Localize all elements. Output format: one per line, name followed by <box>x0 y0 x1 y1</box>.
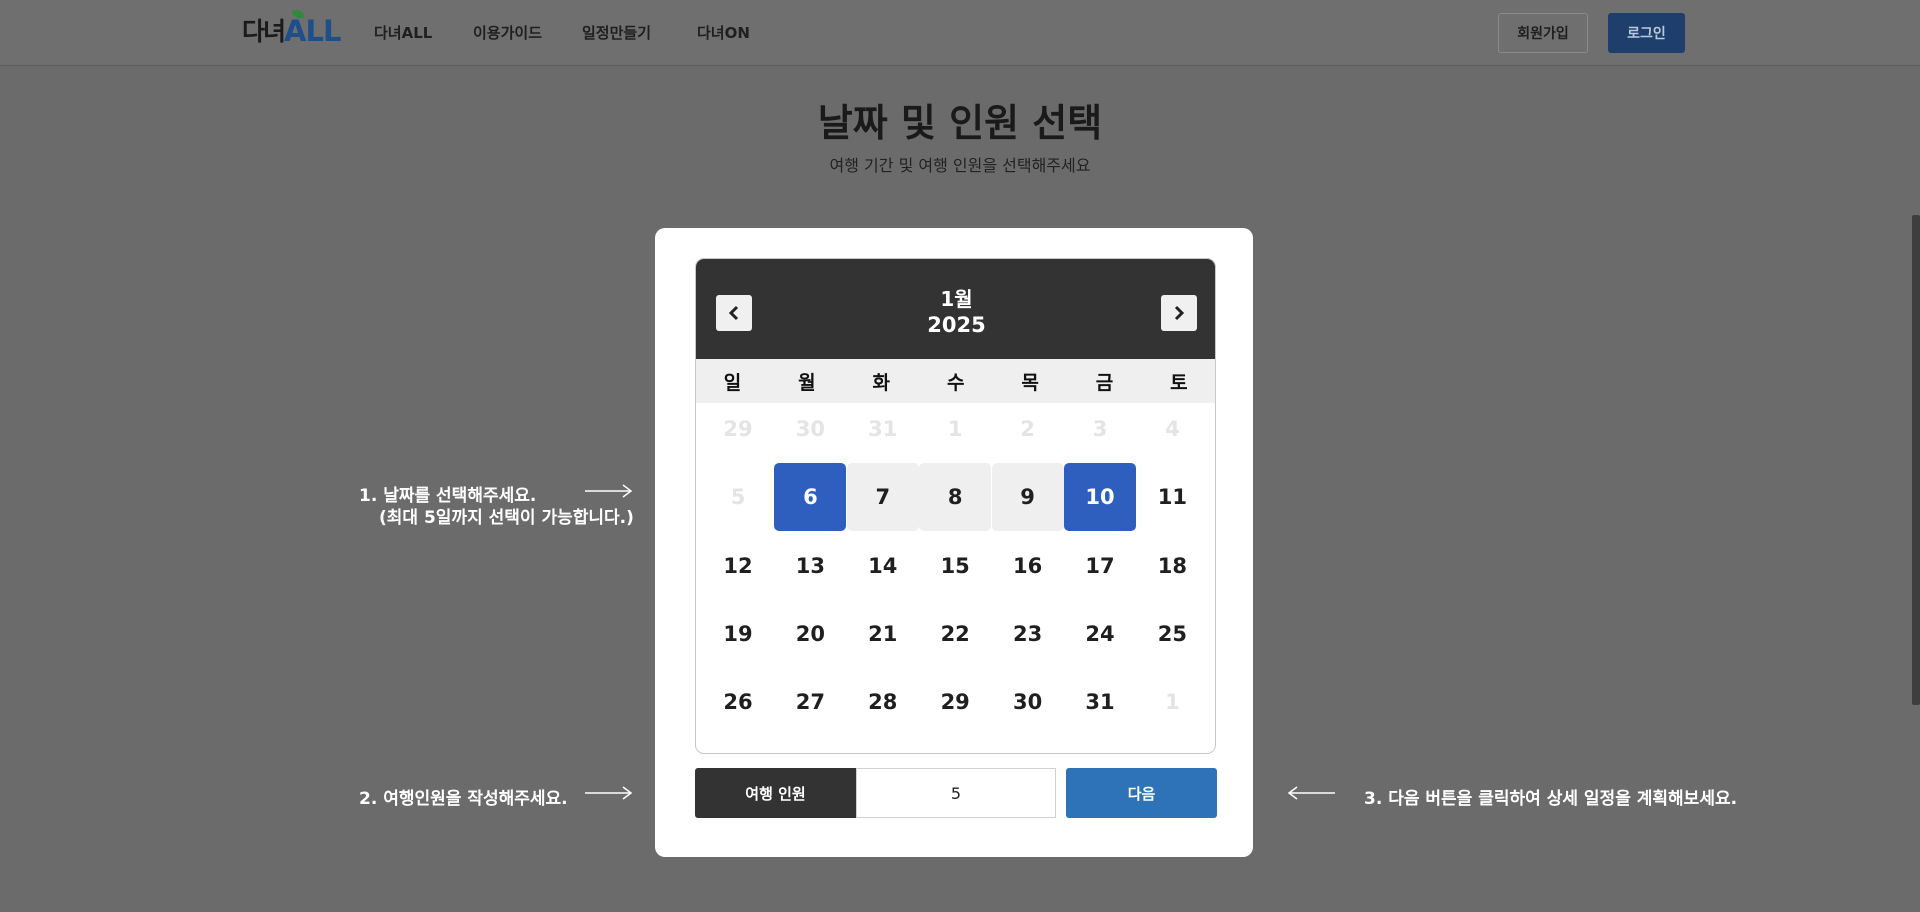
logo-text-all: ALL <box>284 7 341 48</box>
calendar-day[interactable]: 14 <box>847 532 919 600</box>
page-subtitle: 여행 기간 및 여행 인원을 선택해주세요 <box>829 156 1091 175</box>
calendar-day[interactable]: 15 <box>919 532 991 600</box>
calendar-day: 31 <box>868 417 898 441</box>
calendar-day[interactable]: 10 <box>1064 463 1136 532</box>
calendar-day[interactable]: 27 <box>774 668 846 736</box>
calendar-month: 1월 <box>940 287 973 311</box>
calendar-day: 2 <box>1020 417 1035 441</box>
calendar-day[interactable]: 8 <box>919 463 992 532</box>
calendar-day[interactable]: 31 <box>1064 668 1136 736</box>
calendar-day: 4 <box>1165 417 1180 441</box>
prev-month-button[interactable] <box>716 295 752 331</box>
calendar-day[interactable]: 20 <box>774 600 846 668</box>
calendar-day[interactable]: 25 <box>1136 600 1208 668</box>
guide-step2: 2. 여행인원을 작성해주세요. <box>359 789 568 809</box>
calendar-day[interactable]: 17 <box>1064 532 1136 600</box>
people-count-input[interactable] <box>856 768 1056 818</box>
calendar-day[interactable]: 28 <box>847 668 919 736</box>
calendar-day[interactable]: 22 <box>919 600 991 668</box>
calendar-day[interactable]: 6 <box>774 463 847 532</box>
calendar-day[interactable]: 21 <box>847 600 919 668</box>
nav-item-make-schedule[interactable]: 일정만들기 <box>582 22 651 43</box>
arrow-right-icon <box>585 786 633 800</box>
logo-text-korean: 다녀 <box>242 17 286 46</box>
calendar-day: 1 <box>947 417 963 441</box>
calendar-day[interactable]: 30 <box>992 668 1064 736</box>
nav-item-danion[interactable]: 다녀ON <box>697 22 750 43</box>
date-people-modal: 1월 2025 일월화수목금토 29 30 31 1 2 3 4 5 6 7 8 9 10 11 12 13 1… <box>655 228 1253 857</box>
signup-button[interactable]: 회원가입 <box>1498 13 1588 53</box>
next-month-button[interactable] <box>1161 295 1197 331</box>
arrow-right-icon <box>585 484 633 498</box>
calendar-day[interactable]: 24 <box>1064 600 1136 668</box>
nav-item-guide[interactable]: 이용가이드 <box>473 22 542 43</box>
next-button[interactable]: 다음 <box>1066 768 1217 818</box>
calendar-day[interactable]: 18 <box>1136 532 1208 600</box>
calendar-day[interactable]: 13 <box>774 532 846 600</box>
nav-item-daniall[interactable]: 다녀ALL <box>374 22 432 43</box>
calendar-header: 1월 2025 <box>696 259 1215 359</box>
calendar-day[interactable]: 7 <box>846 463 919 532</box>
calendar-day[interactable]: 23 <box>992 600 1064 668</box>
calendar-day[interactable]: 12 <box>702 532 774 600</box>
calendar-day[interactable]: 29 <box>919 668 991 736</box>
chevron-left-icon <box>728 305 739 321</box>
calendar-day[interactable]: 26 <box>702 668 774 736</box>
site-logo[interactable]: 다녀 ALL <box>242 7 341 48</box>
calendar-day[interactable]: 16 <box>992 532 1064 600</box>
calendar-day: 1 <box>1165 690 1180 715</box>
calendar-day: 29 <box>723 417 753 441</box>
login-button[interactable]: 로그인 <box>1608 13 1685 53</box>
chevron-right-icon <box>1174 305 1185 321</box>
site-header: 다녀 ALL 다녀ALL 이용가이드 일정만들기 다녀ON 회원가입 로그인 <box>0 0 1920 66</box>
page-title: 날짜 및 인원 선택 <box>817 101 1103 145</box>
calendar: 1월 2025 일월화수목금토 29 30 31 1 2 3 4 5 6 7 8 9 10 11 12 13 1… <box>695 258 1216 754</box>
calendar-day[interactable]: 9 <box>991 463 1064 532</box>
arrow-left-icon <box>1287 786 1335 800</box>
calendar-day: 30 <box>795 417 825 441</box>
calendar-year: 2025 <box>927 313 986 337</box>
guide-step1-line2: (최대 5일까지 선택이 가능합니다.) <box>379 508 634 528</box>
scrollbar[interactable] <box>1912 215 1920 705</box>
calendar-day: 3 <box>1092 417 1108 441</box>
guide-step3: 3. 다음 버튼을 클릭하여 상세 일정을 계획해보세요. <box>1364 789 1738 809</box>
people-label: 여행 인원 <box>695 768 856 818</box>
calendar-day: 5 <box>730 485 746 510</box>
calendar-day[interactable]: 19 <box>702 600 774 668</box>
calendar-day[interactable]: 11 <box>1136 463 1208 531</box>
